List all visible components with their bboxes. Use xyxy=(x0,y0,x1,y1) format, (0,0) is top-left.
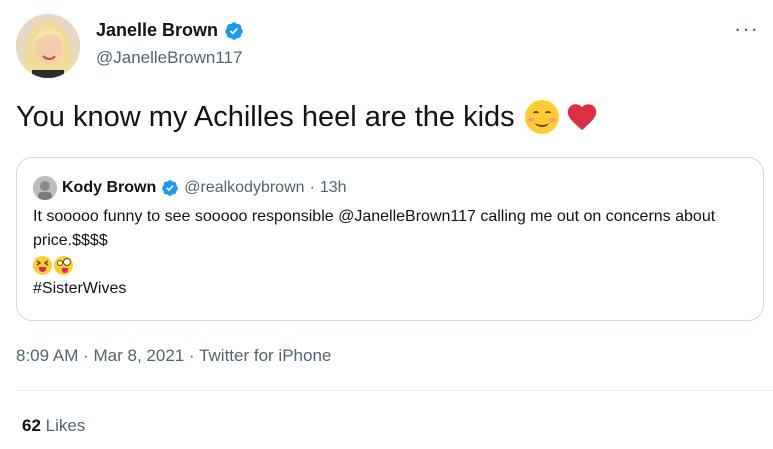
more-options-icon[interactable]: ··· xyxy=(734,18,759,40)
quoted-tweet-header: Kody Brown @realkodybrown · 13h xyxy=(33,176,347,200)
quoted-verified-badge-icon xyxy=(162,180,179,196)
quoted-separator: · xyxy=(309,179,315,196)
author-avatar[interactable] xyxy=(16,14,80,78)
tweet-date-link[interactable]: Mar 8, 2021 xyxy=(94,346,185,365)
squinting-face-with-tongue-icon xyxy=(33,255,52,275)
avatar-photo xyxy=(16,14,80,78)
author-name-row: Janelle Brown xyxy=(96,20,244,41)
tweet-source-link[interactable]: Twitter for iPhone xyxy=(199,346,331,365)
quoted-author-handle: @realkodybrown xyxy=(184,179,305,196)
hashtag-link[interactable]: #SisterWives xyxy=(33,277,753,301)
likes-label: Likes xyxy=(45,416,86,435)
quoted-emoji-row xyxy=(33,253,753,277)
quoted-tweet-text: It sooooo funny to see sooooo responsibl… xyxy=(33,208,716,249)
quoted-timestamp: 13h xyxy=(319,179,347,196)
red-heart-icon xyxy=(567,104,596,131)
meta-separator: · xyxy=(188,346,195,365)
tweet-time-link[interactable]: 8:09 AM xyxy=(16,346,78,365)
author-name[interactable]: Janelle Brown xyxy=(96,20,218,41)
quoted-tweet-body: It sooooo funny to see sooooo responsibl… xyxy=(33,205,753,301)
quoted-author-name: Kody Brown xyxy=(62,179,157,196)
divider xyxy=(16,390,773,391)
smiling-face-with-blush-icon xyxy=(524,100,559,134)
quoted-avatar-photo xyxy=(33,176,57,200)
zany-face-icon xyxy=(54,255,73,275)
quoted-author-avatar xyxy=(33,176,57,200)
likes-count: 62 xyxy=(22,416,41,435)
author-handle[interactable]: @JanelleBrown117 xyxy=(96,48,242,68)
verified-badge-icon xyxy=(225,21,243,40)
meta-separator: · xyxy=(83,346,89,365)
quoted-tweet-card[interactable]: Kody Brown @realkodybrown · 13h It soooo… xyxy=(16,157,764,321)
tweet-text: You know my Achilles heel are the kids xyxy=(16,100,599,134)
tweet-body: You know my Achilles heel are the kids xyxy=(16,100,515,133)
tweet-metadata: 8:09 AM · Mar 8, 2021 · Twitter for iPho… xyxy=(16,346,331,366)
likes-stat-link[interactable]: 62 Likes xyxy=(22,416,85,436)
